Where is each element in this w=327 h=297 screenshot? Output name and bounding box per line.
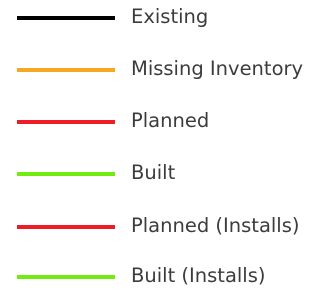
legend-label-planned-installs: Planned (Installs) (131, 214, 300, 237)
legend: Existing Missing Inventory Planned Built… (0, 0, 327, 292)
legend-label-planned: Planned (131, 109, 210, 132)
legend-item-missing-inventory: Missing Inventory (0, 50, 327, 90)
legend-item-planned: Planned (0, 102, 327, 142)
line-swatch-built (17, 172, 115, 176)
legend-item-existing: Existing (0, 0, 327, 38)
legend-item-built: Built (0, 154, 327, 194)
line-swatch-missing-inventory (17, 68, 115, 72)
line-swatch-planned (17, 120, 115, 124)
line-swatch-existing (17, 16, 115, 20)
legend-label-existing: Existing (131, 5, 209, 28)
legend-item-planned-installs: Planned (Installs) (0, 207, 327, 247)
legend-label-missing-inventory: Missing Inventory (131, 57, 304, 80)
line-swatch-planned-installs (17, 225, 115, 229)
line-swatch-built-installs (17, 275, 115, 279)
legend-label-built: Built (131, 161, 176, 184)
legend-item-built-installs: Built (Installs) (0, 257, 327, 297)
legend-label-built-installs: Built (Installs) (131, 264, 266, 287)
